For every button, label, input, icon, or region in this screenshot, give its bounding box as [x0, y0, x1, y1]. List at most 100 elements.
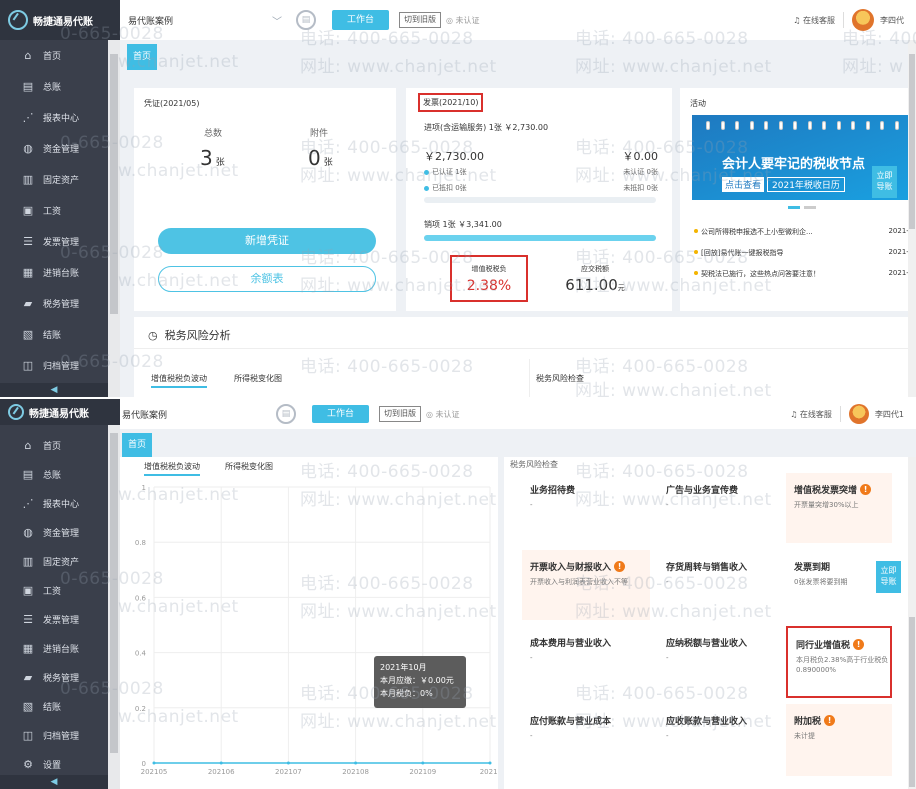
sidebar-item-label: 资金管理 — [43, 145, 80, 155]
vat-burden-value: 2.38% — [466, 278, 512, 294]
warning-icon: ! — [614, 561, 626, 572]
page-scrollbar[interactable] — [908, 40, 916, 397]
quick-nav-button[interactable]: 立即 导账 — [876, 561, 901, 593]
online-service-link[interactable]: 在线客服 — [800, 409, 832, 420]
new-voucher-button[interactable]: 新增凭证 — [158, 228, 376, 254]
risk-tile[interactable]: 附加税! 未计提 — [786, 704, 892, 776]
tab-income-tax-chart[interactable]: 所得税变化图 — [234, 373, 282, 384]
invoice-title[interactable]: 发票(2021/10) — [418, 93, 484, 112]
tab-home[interactable]: 首页 — [127, 44, 157, 70]
balance-sheet-button[interactable]: 余额表 — [158, 266, 376, 292]
page-scrollbar[interactable] — [908, 457, 916, 789]
sidebar-scrollbar[interactable] — [108, 425, 120, 789]
calendar-icon[interactable]: ▤ — [276, 404, 296, 424]
risk-tile[interactable]: 应付账款与营业成本 - — [522, 704, 650, 776]
sidebar-item-salary[interactable]: ▣ 工资 — [0, 576, 120, 605]
voucher-total[interactable]: 3张 — [200, 146, 225, 170]
sidebar-item-asset[interactable]: ▥ 固定资产 — [0, 164, 120, 195]
risk-tile[interactable]: 同行业增值税! 本月税负2.38%高于行业税负0.890000% — [786, 626, 892, 698]
tab-vat-fluctuation[interactable]: 增值税税负波动 — [151, 373, 207, 388]
sidebar-item-archive[interactable]: ◫ 归档管理 — [0, 721, 120, 750]
risk-tile[interactable]: 应纳税额与营业收入 - — [658, 626, 778, 698]
unverified-badge[interactable]: ◎ 未认证 — [446, 15, 480, 26]
risk-tile[interactable]: 存货周转与销售收入 - — [658, 550, 778, 620]
voucher-attach[interactable]: 0张 — [308, 146, 333, 170]
risk-tile-desc: - — [530, 732, 533, 740]
tab-home[interactable]: 首页 — [122, 433, 152, 457]
sidebar-item-fund[interactable]: ◍ 资金管理 — [0, 518, 120, 547]
pager-dot[interactable] — [804, 206, 816, 209]
risk-tile[interactable]: 成本费用与营业收入 - — [522, 626, 650, 698]
sidebar-item-salary[interactable]: ▣ 工资 — [0, 195, 120, 226]
sidebar-item-ledger[interactable]: ▤ 总账 — [0, 460, 120, 489]
news-item[interactable]: 契税法已施行，这些热点问答要注意！ 2021-1( — [694, 269, 916, 279]
calendar-icon[interactable]: ▤ — [296, 10, 316, 30]
workbench-button[interactable]: 工作台 — [332, 10, 390, 30]
risk-tile[interactable]: 广告与业务宣传费 - — [658, 473, 778, 543]
switch-old-version-button[interactable]: 切到旧版 — [399, 12, 442, 28]
risk-tile[interactable]: 开票收入与财报收入! 开票收入与利润表营业收入不等 — [522, 550, 650, 620]
avatar[interactable] — [848, 404, 869, 424]
risk-tile[interactable]: 增值税发票突增! 开票量突增30%以上 — [786, 473, 892, 543]
sales-progress — [424, 235, 656, 241]
pager-dot-active[interactable] — [788, 206, 800, 209]
sidebar-item-checkout[interactable]: ▧ 结账 — [0, 692, 120, 721]
switch-old-version-button[interactable]: 切到旧版 — [379, 406, 422, 422]
workbench-button[interactable]: 工作台 — [312, 405, 370, 423]
sidebar-item-tax[interactable]: ▰ 税务管理 — [0, 288, 120, 319]
sidebar-item-chart[interactable]: ⋰ 报表中心 — [0, 102, 120, 133]
voucher-attach-value: 0 — [308, 146, 321, 170]
avatar[interactable] — [852, 9, 874, 31]
sidebar-item-home[interactable]: ⌂ 首页 — [0, 431, 120, 460]
sidebar-item-stock[interactable]: ▦ 进销台账 — [0, 634, 120, 663]
sidebar-item-invoice[interactable]: ☰ 发票管理 — [0, 605, 120, 634]
vat-burden-box[interactable]: 增值税税负 2.38% — [450, 255, 528, 302]
sidebar-item-chart[interactable]: ⋰ 报表中心 — [0, 489, 120, 518]
ledger-icon: ▤ — [22, 80, 34, 93]
sidebar-item-fund[interactable]: ◍ 资金管理 — [0, 133, 120, 164]
quick-nav-button[interactable]: 立即 导账 — [872, 166, 897, 198]
sidebar-item-invoice[interactable]: ☰ 发票管理 — [0, 226, 120, 257]
brand-logo[interactable]: 畅捷通易代账 — [0, 0, 120, 40]
account-select[interactable]: 易代账案例 ﹀ — [120, 13, 290, 28]
chart-tooltip: 2021年10月 本月应缴：￥0.00元 本月税负：0% — [374, 656, 466, 708]
vat-burden-line-chart[interactable]: 0 0.2 0.4 0.6 0.8 1 202105 202106 202107 202108 20… — [120, 457, 498, 789]
sidebar-item-archive[interactable]: ◫ 归档管理 — [0, 350, 120, 381]
banner-view-button[interactable]: 点击查看 — [722, 177, 765, 192]
sidebar-item-label: 税务管理 — [43, 300, 80, 310]
news-item[interactable]: 公司所得税申报选不上小型微利企... 2021-1( — [694, 227, 916, 237]
sidebar-nav: ⌂ 首页 ▤ 总账 ⋰ 报表中心 ◍ 资金管理 ▥ 固定资产 ▣ 工资 ☰ 发票管理 ▦ 进销台账 ▰ 税务管理 ▧… — [0, 40, 120, 381]
sidebar-item-ledger[interactable]: ▤ 总账 — [0, 71, 120, 102]
risk-tile[interactable]: 应收账款与营业收入 - — [658, 704, 778, 776]
chevron-down-icon: ﹀ — [272, 16, 282, 28]
binder-ring — [749, 121, 754, 130]
brand-logo[interactable]: 畅捷通易代账 — [0, 399, 120, 425]
user-name[interactable]: 李四代 — [880, 15, 904, 26]
binder-ring — [720, 121, 725, 130]
x-tick-label: 202109 — [409, 768, 436, 776]
account-select[interactable]: 易代账案例 — [120, 408, 270, 421]
sidebar-item-checkout[interactable]: ▧ 结账 — [0, 319, 120, 350]
sidebar-item-home[interactable]: ⌂ 首页 — [0, 40, 120, 71]
online-service-link[interactable]: 在线客服 — [803, 15, 835, 26]
archive-icon: ◫ — [22, 729, 34, 742]
tax-payable-box[interactable]: 应交税额 611.00元 — [560, 264, 630, 294]
unverified-badge[interactable]: ◎ 未认证 — [426, 409, 460, 420]
sidebar-item-stock[interactable]: ▦ 进销台账 — [0, 257, 120, 288]
y-tick-label: 0.8 — [135, 539, 146, 547]
archive-icon: ◫ — [22, 359, 34, 372]
risk-tile-desc: - — [666, 578, 669, 586]
user-name[interactable]: 李四代1 — [875, 409, 904, 420]
fund-icon: ◍ — [23, 526, 33, 539]
tax-payable-label: 应交税额 — [581, 265, 609, 273]
collapse-sidebar-button[interactable]: ◀ — [0, 775, 108, 789]
collapse-sidebar-button[interactable]: ◀ — [0, 383, 108, 397]
news-item[interactable]: [回放]易代账一键报税指导 2021-1( — [694, 248, 916, 258]
activity-title: 活动 — [690, 99, 706, 108]
sidebar-scrollbar[interactable] — [108, 40, 120, 397]
risk-tile[interactable]: 业务招待费 - — [522, 473, 650, 543]
sidebar-item-label: 税务管理 — [43, 674, 80, 684]
sidebar-item-label: 发票管理 — [43, 616, 80, 626]
sidebar-item-asset[interactable]: ▥ 固定资产 — [0, 547, 120, 576]
sidebar-item-tax[interactable]: ▰ 税务管理 — [0, 663, 120, 692]
